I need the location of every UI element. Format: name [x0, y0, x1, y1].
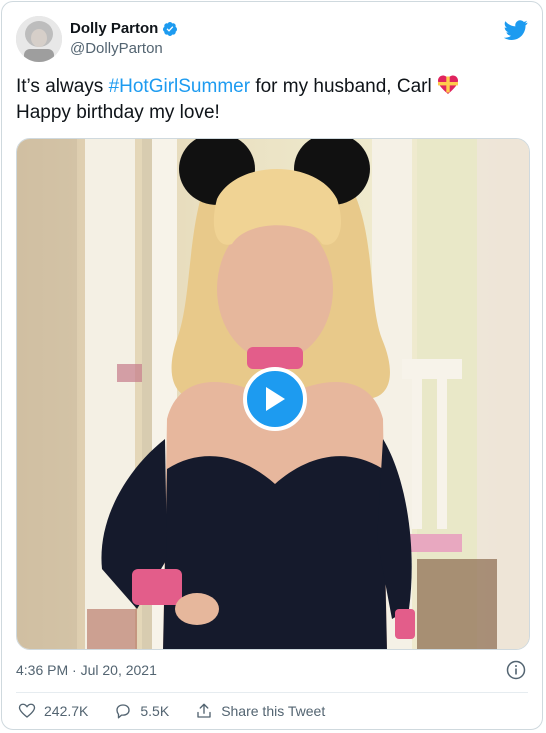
heart-with-ribbon-icon: [437, 75, 458, 94]
tweet-actions: 242.7K 5.5K Share this Tweet: [18, 702, 351, 720]
reply-action[interactable]: 5.5K: [114, 702, 169, 720]
hashtag-link[interactable]: #HotGirlSummer: [109, 76, 250, 97]
tweet-card: Dolly Parton @DollyParton It’s always #H…: [1, 1, 543, 730]
like-action[interactable]: 242.7K: [18, 702, 88, 720]
tweet-text-after: for my husband, Carl: [250, 76, 437, 97]
avatar[interactable]: [16, 16, 62, 62]
tweet-text: It’s always #HotGirlSummer for my husban…: [16, 74, 526, 126]
play-icon: [266, 387, 285, 411]
video-player[interactable]: [16, 138, 530, 650]
tweet-text-line2: Happy birthday my love!: [16, 102, 220, 123]
info-icon[interactable]: [506, 660, 526, 680]
play-button[interactable]: [243, 367, 307, 431]
author-handle[interactable]: @DollyParton: [70, 40, 178, 57]
twitter-bird-icon[interactable]: [504, 18, 528, 42]
share-icon: [197, 703, 211, 718]
display-name[interactable]: Dolly Parton: [70, 20, 158, 37]
heart-icon: [18, 703, 36, 718]
verified-badge-icon: [163, 21, 178, 36]
like-count: 242.7K: [44, 703, 89, 719]
divider: [16, 692, 528, 693]
tweet-header: Dolly Parton @DollyParton: [16, 16, 528, 66]
author-block: Dolly Parton @DollyParton: [70, 20, 178, 57]
tweet-timestamp[interactable]: 4:36 PM · Jul 20, 2021: [16, 662, 157, 678]
reply-count: 5.5K: [140, 703, 170, 719]
share-action[interactable]: Share this Tweet: [195, 702, 325, 720]
share-label: Share this Tweet: [221, 703, 326, 719]
tweet-text-before: It’s always: [16, 76, 109, 97]
reply-icon: [116, 704, 131, 719]
